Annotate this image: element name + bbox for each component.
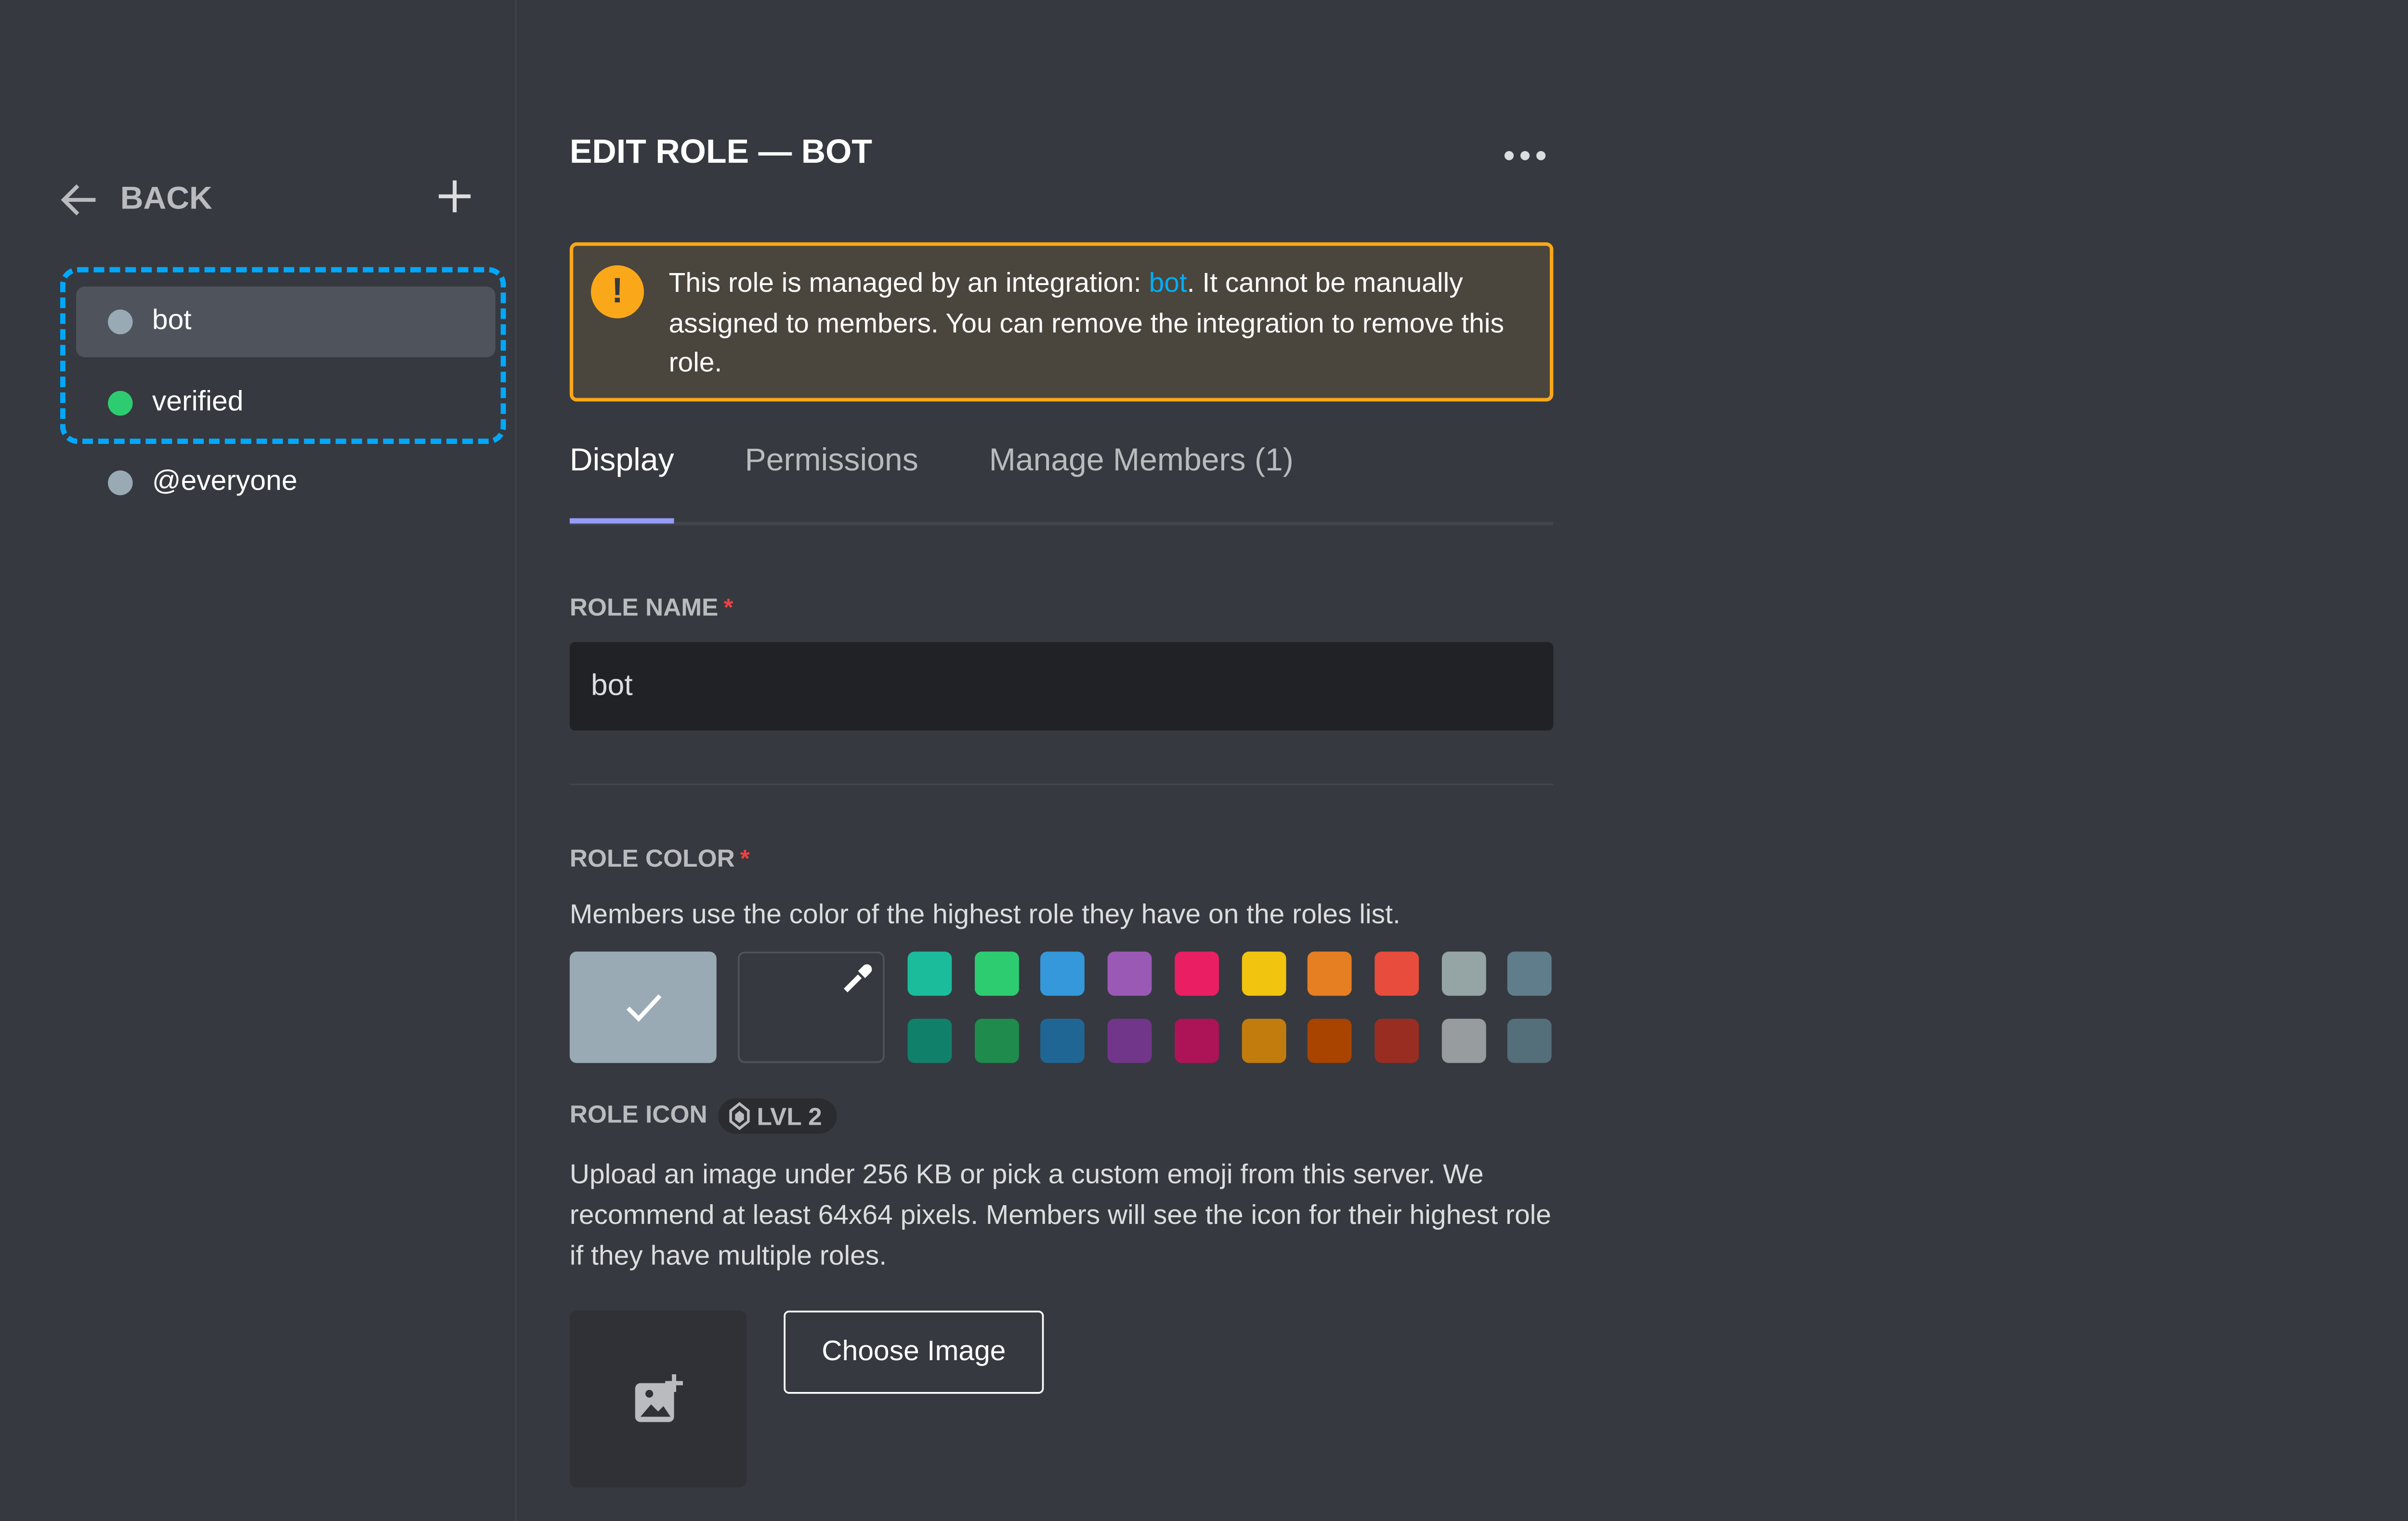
color-swatch[interactable] [1308,951,1352,996]
label-text: ROLE ICON [569,1099,707,1128]
divider [569,783,1554,786]
upload-icon-area[interactable] [569,1311,747,1488]
ellipsis-icon [1504,151,1546,160]
arrow-left-icon [61,183,96,215]
tab-display[interactable]: Display [569,439,674,524]
color-swatch[interactable] [1374,1018,1419,1063]
boost-gem-icon [729,1102,749,1131]
role-color-dot [108,390,133,416]
role-item-everyone[interactable]: @everyone [76,447,496,518]
role-tabs: Display Permissions Manage Members (1) [569,439,1554,526]
plus-icon [439,180,471,212]
more-options-button[interactable] [1502,127,1548,173]
page-title: EDIT ROLE — BOT [569,134,873,172]
default-color-swatch[interactable] [569,951,717,1063]
role-name: verified [152,387,244,417]
color-swatch[interactable] [1107,951,1152,996]
required-mark: * [723,592,733,621]
role-color-dot [108,470,133,495]
warning-icon: ! [590,265,644,319]
tab-permissions[interactable]: Permissions [745,439,918,518]
role-name-label: ROLE NAME * [570,593,733,621]
role-item-bot[interactable]: bot [76,286,496,358]
color-swatch[interactable] [1241,951,1285,996]
color-swatch[interactable] [1107,1018,1152,1063]
managed-role-notice: ! This role is managed by an integration… [569,242,1554,402]
badge-text: LVL 2 [757,1102,822,1131]
color-swatch[interactable] [907,1018,952,1063]
color-swatch[interactable] [1041,1018,1086,1063]
role-name-input[interactable]: bot [569,642,1554,731]
back-button[interactable]: BACK [60,181,212,218]
role-color-description: Members use the color of the highest rol… [569,900,1400,931]
color-swatch[interactable] [1174,1018,1219,1063]
roles-sidebar: BACK bot verified @everyone [0,0,517,1521]
back-label: BACK [120,180,212,216]
color-swatch[interactable] [1174,951,1219,996]
color-swatch[interactable] [974,951,1019,996]
color-swatch[interactable] [1507,1018,1552,1063]
color-swatch[interactable] [1441,951,1486,996]
role-icon-label: ROLE ICON LVL 2 [569,1098,837,1134]
color-swatch[interactable] [1374,951,1419,996]
role-name: bot [152,306,192,336]
custom-color-picker[interactable] [737,951,885,1063]
tab-manage-members[interactable]: Manage Members (1) [989,439,1294,518]
checkmark-icon [626,993,661,1021]
role-color-dot [108,309,133,335]
role-item-verified[interactable]: verified [76,368,496,439]
integration-link[interactable]: bot [1149,269,1187,299]
role-icon-description: Upload an image under 256 KB or pick a c… [569,1160,1552,1272]
add-image-icon [635,1374,683,1422]
role-name: @everyone [152,467,298,497]
label-text: ROLE NAME [569,592,719,621]
color-swatch[interactable] [1241,1018,1285,1063]
label-text: ROLE COLOR [569,844,735,872]
color-swatch[interactable] [907,951,952,996]
color-swatch[interactable] [1041,951,1086,996]
color-swatch[interactable] [1507,951,1552,996]
choose-image-button[interactable]: Choose Image [784,1311,1044,1394]
color-swatch[interactable] [974,1018,1019,1063]
color-swatch[interactable] [1308,1018,1352,1063]
add-role-button[interactable] [435,177,474,223]
notice-text: This role is managed by an integration: [668,269,1149,299]
eyedropper-icon [844,964,872,993]
role-color-label: ROLE COLOR * [570,844,750,872]
required-mark: * [740,844,750,872]
color-swatch[interactable] [1441,1018,1486,1063]
level-badge: LVL 2 [718,1098,837,1134]
